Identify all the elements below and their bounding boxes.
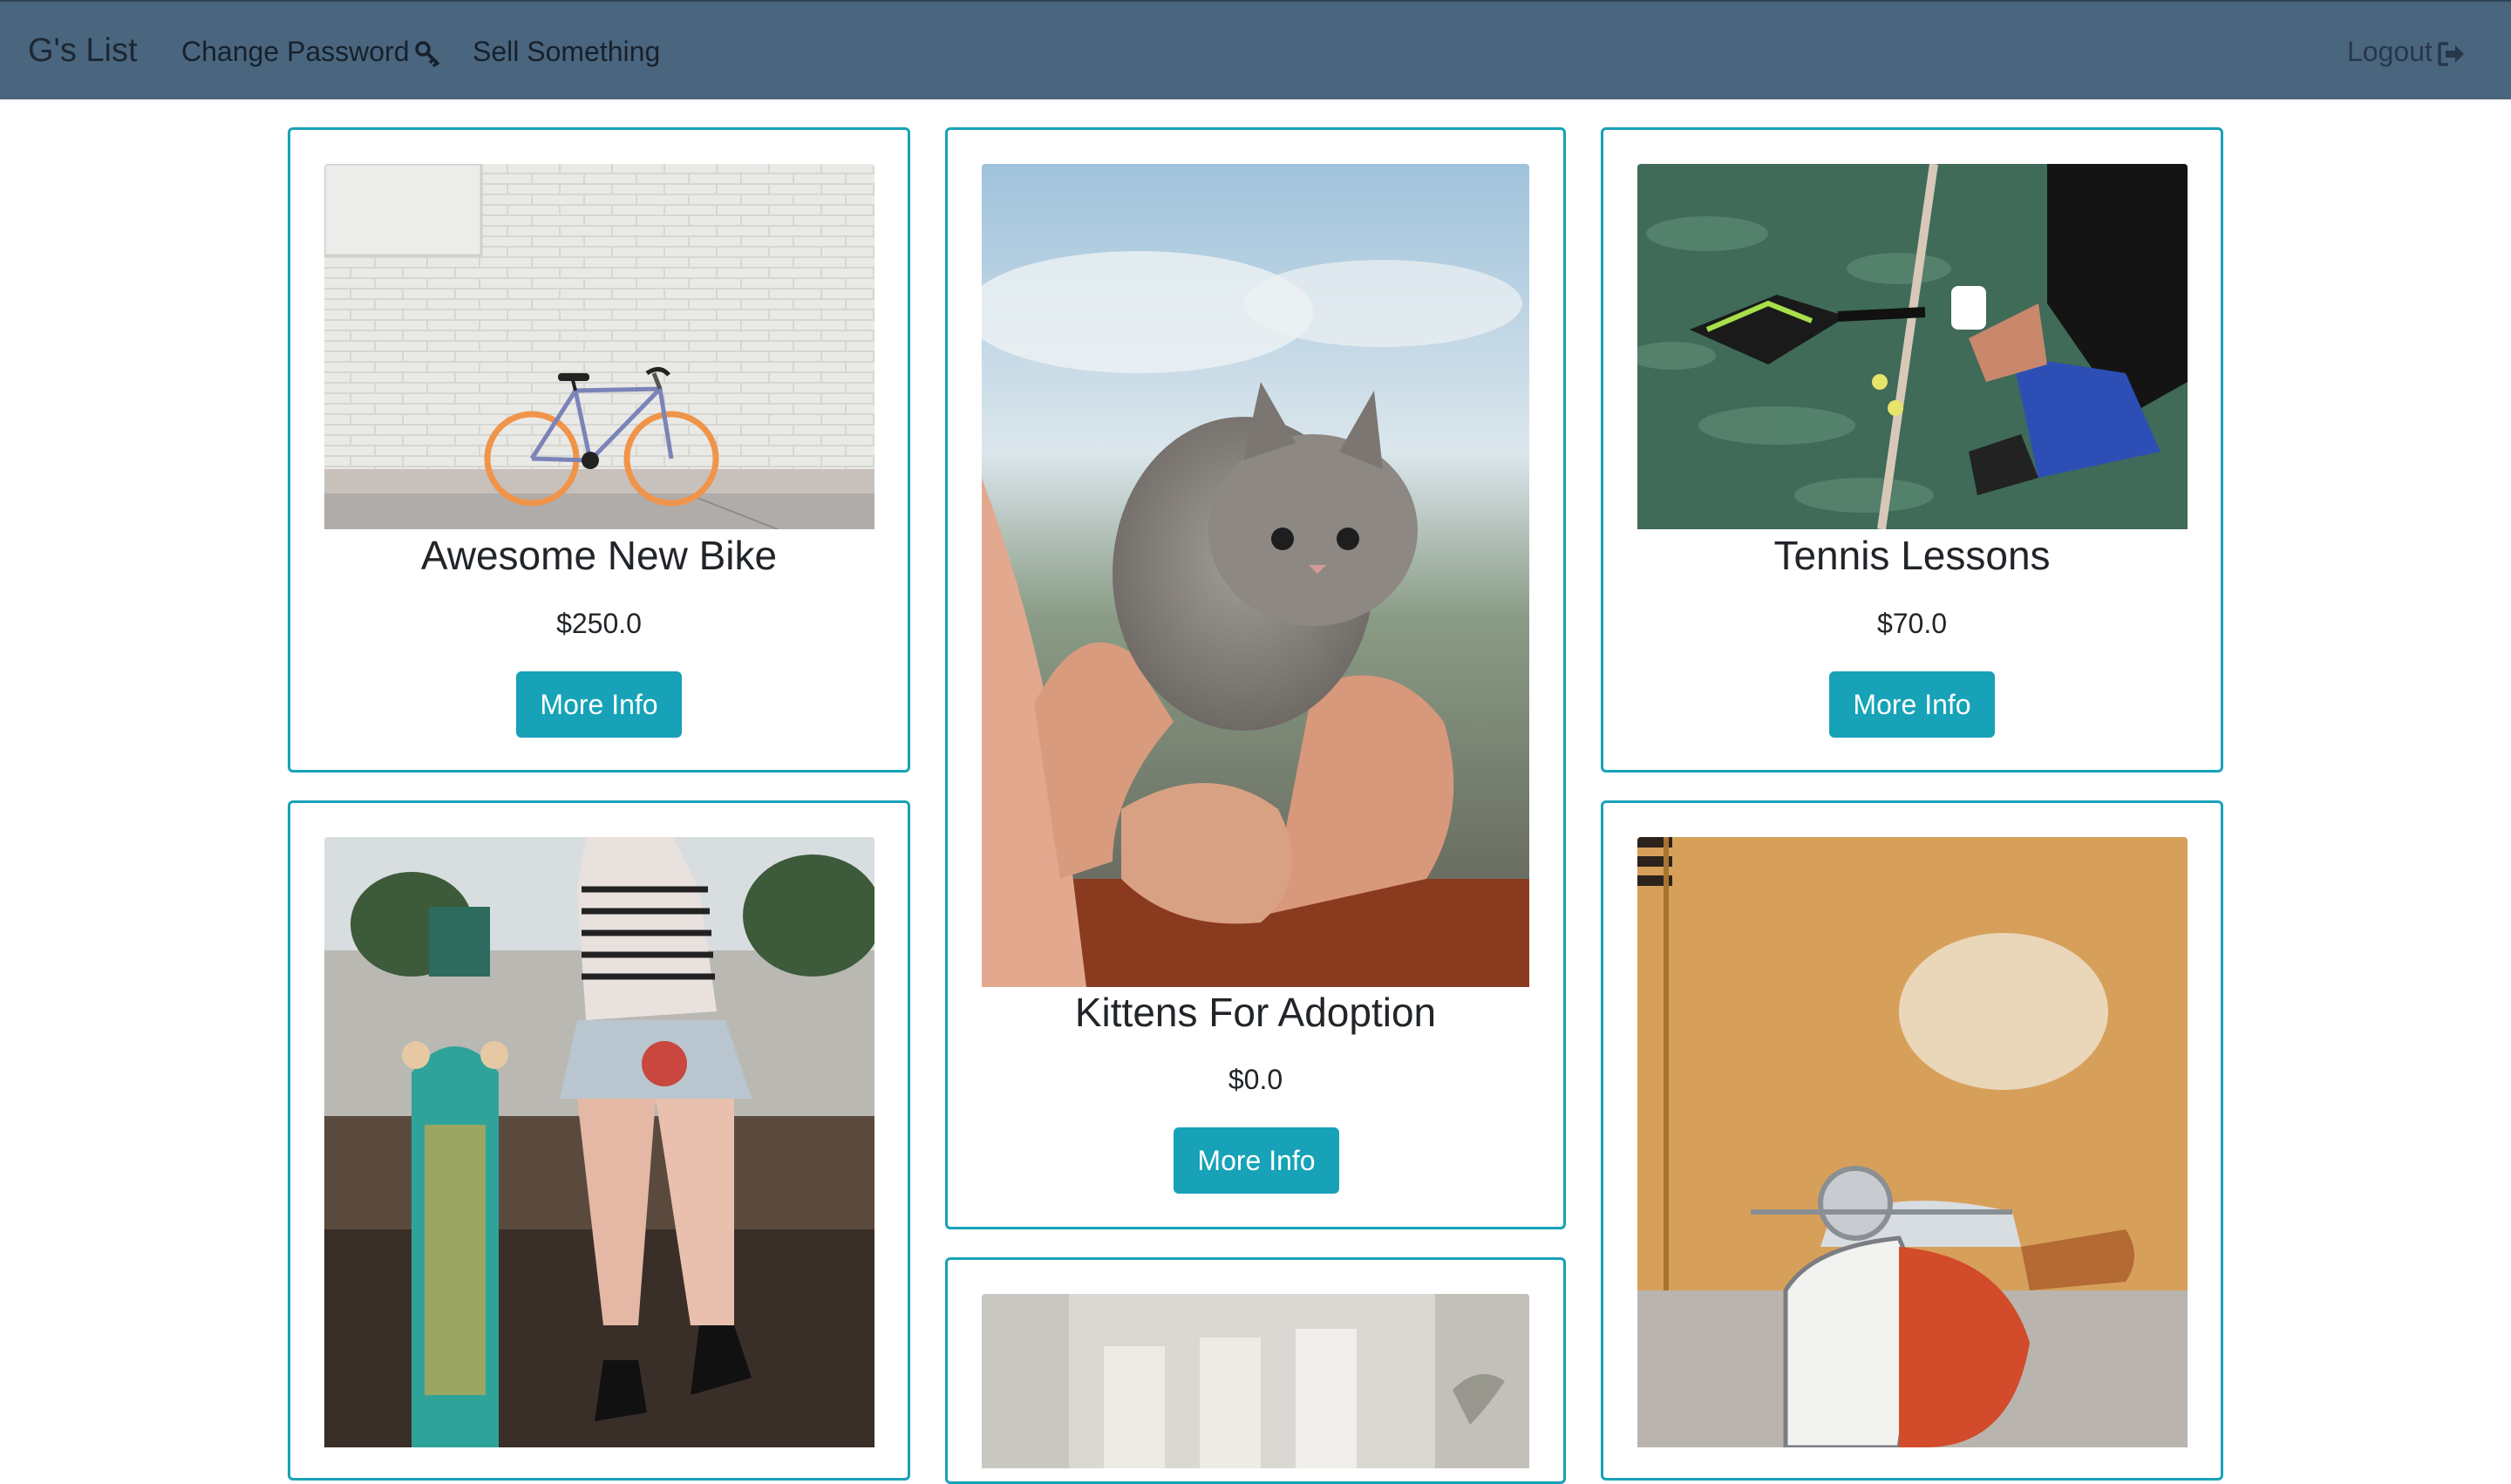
window-light-photo bbox=[982, 1294, 1529, 1468]
key-icon bbox=[414, 40, 442, 68]
listing-title: Kittens For Adoption bbox=[1074, 990, 1437, 1035]
more-info-button[interactable]: More Info bbox=[1829, 671, 1995, 738]
tennis-photo bbox=[1637, 164, 2188, 529]
sign-out-icon bbox=[2438, 41, 2466, 67]
listing-price: $0.0 bbox=[1228, 1064, 1283, 1095]
listing-price: $250.0 bbox=[556, 608, 642, 639]
kitten-photo bbox=[982, 164, 1529, 987]
logout-link[interactable]: Logout bbox=[2347, 33, 2466, 70]
listing-card: Kittens For Adoption $0.0 More Info bbox=[945, 127, 1566, 1229]
listing-title: Tennis Lessons bbox=[1773, 533, 2051, 578]
change-password-label: Change Password bbox=[181, 36, 410, 67]
listing-card bbox=[1601, 800, 2223, 1481]
bicycle-photo bbox=[324, 164, 874, 529]
skateboard-photo bbox=[324, 837, 874, 1447]
listing-card: Tennis Lessons $70.0 More Info bbox=[1601, 127, 2223, 773]
listing-price: $70.0 bbox=[1876, 608, 1948, 639]
listing-card: Awesome New Bike $250.0 More Info bbox=[288, 127, 910, 773]
brand-logo[interactable]: G's List bbox=[28, 30, 138, 71]
more-info-button[interactable]: More Info bbox=[516, 671, 682, 738]
logout-label: Logout bbox=[2347, 36, 2433, 67]
change-password-link[interactable]: Change Password bbox=[181, 33, 442, 70]
scooter-photo bbox=[1637, 837, 2188, 1447]
listing-card bbox=[288, 800, 910, 1481]
sell-something-link[interactable]: Sell Something bbox=[473, 33, 660, 70]
top-navbar: G's List Change Password Sell Something … bbox=[0, 0, 2511, 99]
listing-card bbox=[945, 1257, 1566, 1484]
listing-title: Awesome New Bike bbox=[420, 533, 778, 578]
more-info-button[interactable]: More Info bbox=[1174, 1127, 1339, 1194]
